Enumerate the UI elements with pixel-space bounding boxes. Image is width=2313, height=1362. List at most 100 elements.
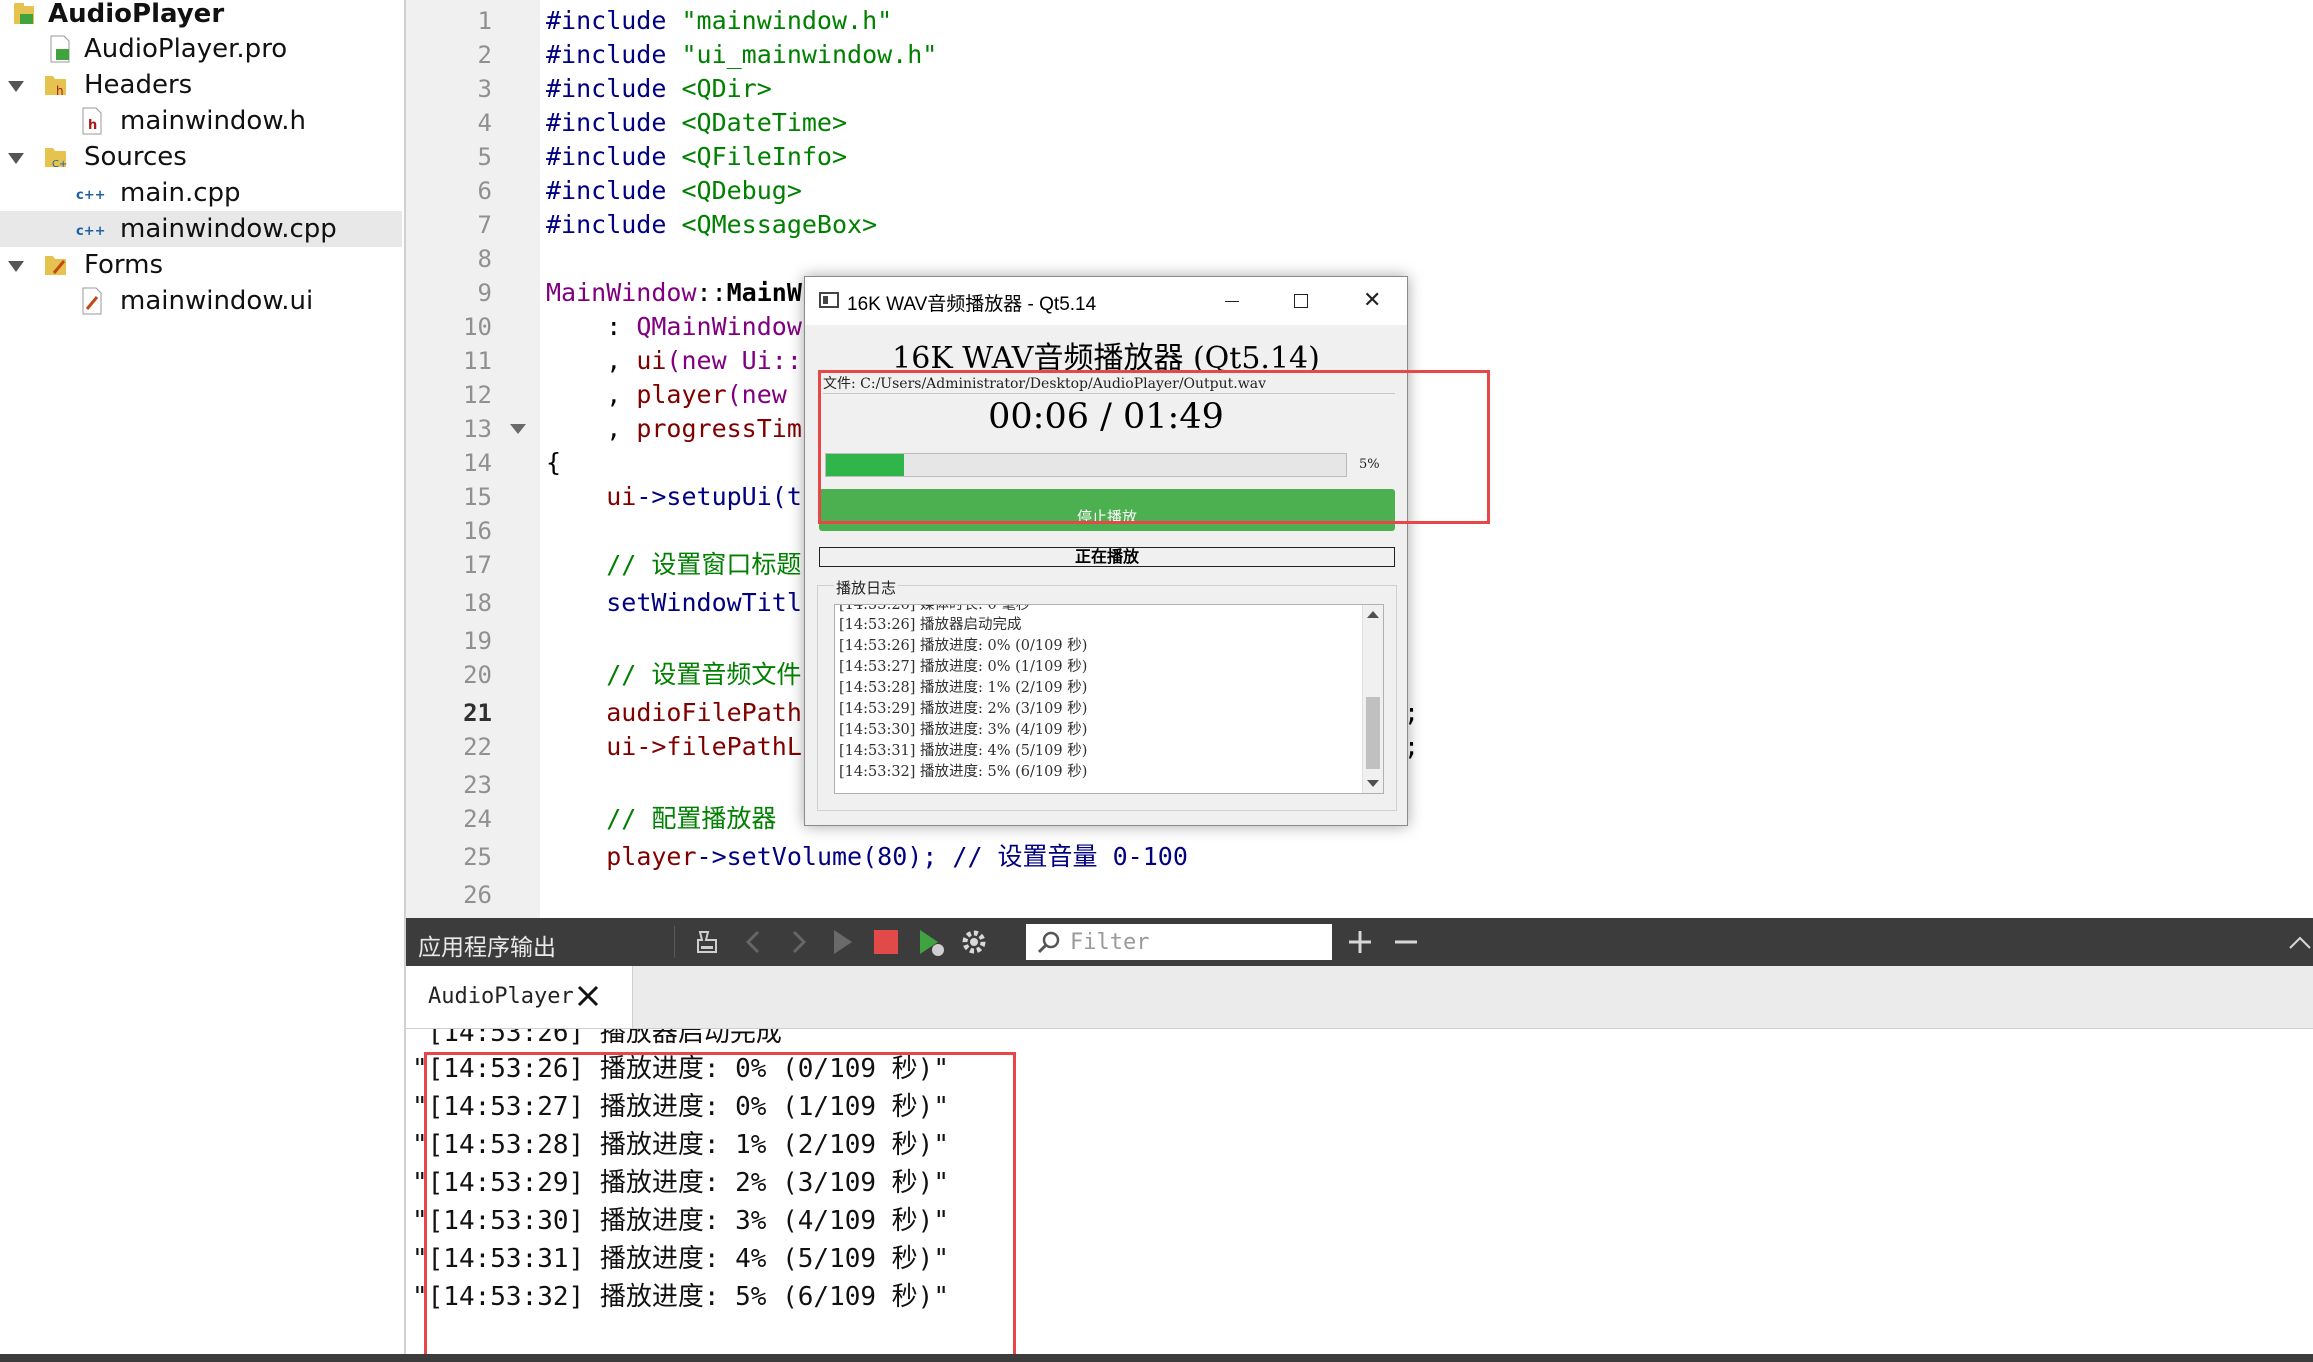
expand-arrow-icon[interactable] <box>8 261 24 272</box>
scroll-up-arrow-icon[interactable] <box>1367 611 1379 618</box>
maximize-button[interactable] <box>1267 277 1337 325</box>
settings-gear-icon[interactable] <box>958 926 990 958</box>
code-line: setWindowTitl <box>546 586 802 620</box>
toolbar-separator <box>674 926 675 958</box>
code-token: setWindowTitl <box>606 588 802 617</box>
code-token: (new Ui:: <box>666 346 802 375</box>
svg-text:c++: c++ <box>76 224 106 239</box>
window-title: 16K WAV音频播放器 - Qt5.14 <box>847 294 1097 315</box>
next-icon[interactable] <box>782 926 814 958</box>
tree-item-headers[interactable]: h Headers <box>0 67 402 103</box>
app-window-icon <box>819 292 839 308</box>
code-token: <QFileInfo> <box>681 142 848 171</box>
tree-item-main-cpp[interactable]: c++ main.cpp <box>0 175 402 211</box>
code-line: audioFilePath <box>546 696 802 730</box>
code-line: #include <QMessageBox> <box>546 208 877 242</box>
code-line: : QMainWindow <box>546 310 802 344</box>
log-line: [14:53:26] 播放进度: 0% (0/109 秒) <box>839 638 1088 654</box>
debug-run-icon[interactable] <box>914 926 946 958</box>
line-number: 20 <box>463 661 492 689</box>
tree-item-label: mainwindow.h <box>120 106 306 136</box>
scroll-down-arrow-icon[interactable] <box>1367 780 1379 787</box>
code-token: { <box>546 448 562 477</box>
run-icon[interactable] <box>826 926 858 958</box>
tree-item-label: AudioPlayer.pro <box>84 34 288 64</box>
code-token: #include <box>546 6 682 35</box>
output-toolbar: 应用程序输出 Filter <box>406 918 2313 966</box>
tree-item-mainwindow-ui[interactable]: mainwindow.ui <box>0 283 402 319</box>
code-line: , ui(new Ui:: <box>546 344 802 378</box>
expand-arrow-icon[interactable] <box>8 81 24 92</box>
qt-pro-file-icon <box>50 35 70 63</box>
header-file-icon: h <box>82 107 102 135</box>
scroll-thumb[interactable] <box>1366 697 1380 769</box>
fold-arrow-icon[interactable] <box>510 424 526 434</box>
zoom-out-icon[interactable] <box>1390 926 1422 958</box>
log-line: [14:53:26] 播放器启动完成 <box>839 617 1022 633</box>
line-number: 8 <box>477 245 492 273</box>
qt-project-icon <box>14 3 34 24</box>
clear-output-icon[interactable] <box>692 926 724 958</box>
previous-icon[interactable] <box>738 926 770 958</box>
code-token: #include <box>546 40 682 69</box>
expand-arrow-icon[interactable] <box>8 153 24 164</box>
code-line: , progressTim <box>546 412 802 446</box>
search-icon <box>1037 931 1060 954</box>
code-token: , <box>546 414 637 443</box>
tree-item-label: main.cpp <box>120 178 241 208</box>
tree-item-label: AudioPlayer <box>48 0 225 29</box>
log-line: [14:53:30] 播放进度: 3% (4/109 秒) <box>839 722 1088 738</box>
minimize-button[interactable] <box>1197 277 1267 325</box>
line-number: 7 <box>477 211 492 239</box>
zoom-in-icon[interactable] <box>1344 926 1376 958</box>
code-token: ui <box>636 346 667 375</box>
cpp-file-icon: c++ <box>76 224 106 239</box>
tree-item-mainwindow-cpp[interactable]: c++ mainwindow.cpp <box>0 211 402 247</box>
close-tab-icon[interactable] <box>574 982 602 1010</box>
output-line: "[14:53:26] 播放器启动完成" <box>412 1029 798 1048</box>
code-token: <QDir> <box>681 74 772 103</box>
tab-label: AudioPlayer <box>428 984 574 1009</box>
log-line: [14:53:29] 播放进度: 2% (3/109 秒) <box>839 701 1088 717</box>
collapse-pane-icon[interactable] <box>2286 926 2313 958</box>
tree-item-label: Headers <box>84 70 193 100</box>
log-line: [14:53:27] 播放进度: 0% (1/109 秒) <box>839 659 1088 675</box>
play-log-title: 播放日志 <box>834 577 899 598</box>
code-token: MainW <box>726 278 802 307</box>
line-number-gutter: 1 2 3 4 5 6 7 8 9 10 11 12 13 14 15 16 1… <box>406 0 540 918</box>
tree-item-pro-file[interactable]: AudioPlayer.pro <box>0 31 402 67</box>
line-number: 21 <box>463 699 492 727</box>
code-token: #include <box>546 176 682 205</box>
filter-input[interactable]: Filter <box>1026 924 1332 960</box>
tree-item-mainwindow-h[interactable]: h mainwindow.h <box>0 103 402 139</box>
code-line: { <box>546 446 561 480</box>
line-number: 4 <box>477 109 492 137</box>
tree-item-label: mainwindow.cpp <box>120 214 337 244</box>
ui-file-icon <box>82 287 102 315</box>
code-token: "mainwindow.h" <box>681 6 893 35</box>
log-line: [14:53:28] 播放进度: 1% (2/109 秒) <box>839 680 1088 696</box>
tree-item-project[interactable]: AudioPlayer <box>0 0 402 32</box>
code-token: : <box>546 312 637 341</box>
line-number: 14 <box>463 449 492 477</box>
maximize-icon <box>1294 294 1308 308</box>
annotation-highlight-box <box>818 370 1490 524</box>
line-number: 10 <box>463 313 492 341</box>
log-scrollbar[interactable] <box>1362 605 1383 793</box>
line-number: 25 <box>463 843 492 871</box>
code-token: #include <box>546 108 682 137</box>
play-log-view[interactable]: [14:53:26] 媒体时长: 0 毫秒 [14:53:26] 播放器启动完成… <box>834 604 1384 794</box>
tree-item-sources[interactable]: C+ Sources <box>0 139 402 175</box>
forms-folder-icon <box>45 256 66 275</box>
stop-icon[interactable] <box>870 926 902 958</box>
window-titlebar[interactable]: 16K WAV音频播放器 - Qt5.14 ✕ <box>805 277 1407 325</box>
code-line: // 设置窗口标题 <box>546 548 801 582</box>
code-token: ->setVolume(80); // 设置音量 0-100 <box>696 842 1188 871</box>
tree-item-forms[interactable]: Forms <box>0 247 402 283</box>
line-number: 18 <box>463 589 492 617</box>
code-token: player <box>636 380 727 409</box>
code-line: #include "mainwindow.h" <box>546 4 892 38</box>
tab-audioplayer[interactable]: AudioPlayer <box>406 966 633 1028</box>
close-button[interactable]: ✕ <box>1337 277 1407 325</box>
